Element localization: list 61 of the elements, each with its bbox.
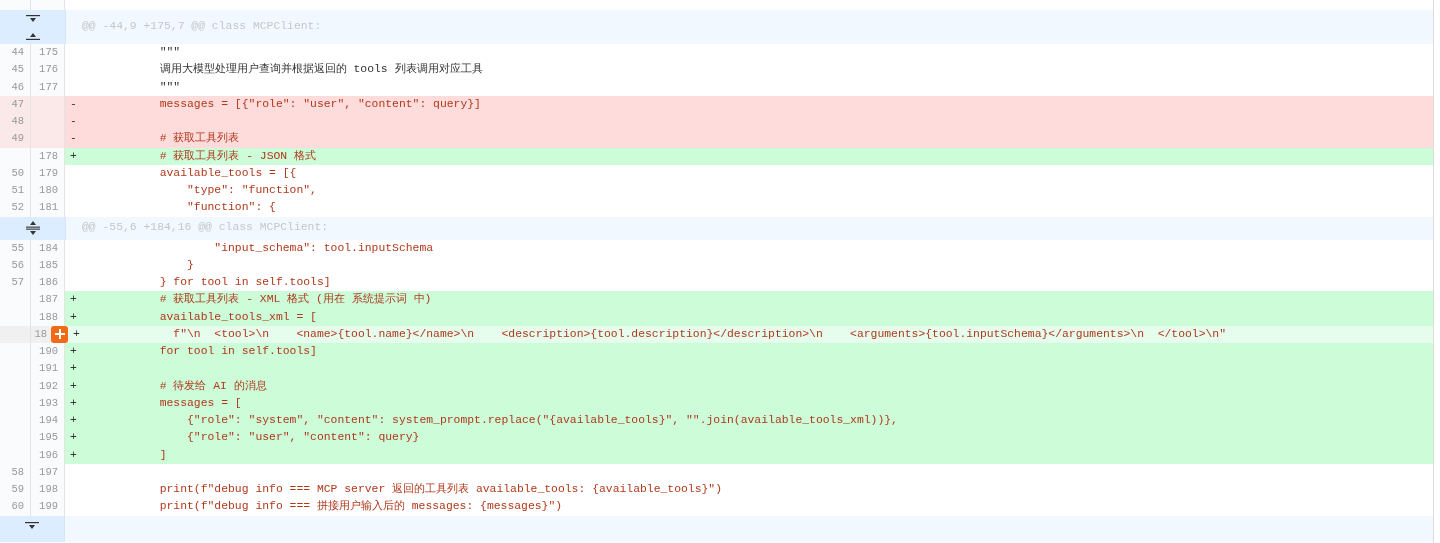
code-line: """ (158, 46, 181, 58)
line-number: 194 (31, 412, 65, 430)
code-line: } for tool in self.tools] (158, 276, 331, 288)
code-line: "type": "function", (186, 184, 317, 196)
line-number: 52 (0, 199, 31, 217)
code-line: # 获取工具列表 - JSON 格式 (158, 149, 317, 162)
diff-sign: - (70, 132, 77, 145)
code-line: print(f"debug info === MCP server 返回的工具列表 available_tools: {available_tools}") (158, 483, 722, 495)
code-line: print(f"debug info === 拼接用户输入后的 messages: {messages}") (158, 500, 563, 513)
code-line: f"\n <tool>\n <name>{tool.name}</name>\n <description>{tool.description}</description>\n <arguments>{tool.inputSchema}</arguments>\n </tool>\n" (172, 327, 1227, 340)
code-line: for tool in self.tools] (158, 345, 317, 357)
line-number: 187 (31, 291, 65, 309)
code-line: messages = [ (158, 396, 242, 409)
code-line: {"role": "user", "content": query} (186, 431, 420, 444)
line-number: 49 (0, 130, 31, 148)
line-number: 57 (0, 274, 31, 292)
code-line: messages = [{"role": "user", "content": query}] (158, 97, 481, 110)
code-line: ] (158, 448, 167, 461)
line-number: 199 (31, 498, 65, 516)
code-line: } (186, 258, 194, 271)
code-line: # 获取工具列表 (158, 132, 240, 145)
line-number: 195 (31, 429, 65, 447)
diff-sign: - (70, 115, 77, 127)
diff-sign: + (70, 448, 77, 461)
line-number: 44 (0, 44, 31, 62)
diff-sign: + (70, 293, 77, 306)
diff-sign: + (73, 327, 80, 340)
diff-sign: + (70, 362, 77, 375)
code-line: # 获取工具列表 - XML 格式 (用在 系统提示词 中) (158, 293, 432, 306)
diff-sign: + (70, 396, 77, 409)
line-number: 198 (31, 481, 65, 499)
expand-down-icon[interactable] (25, 14, 40, 24)
line-number: 60 (0, 498, 31, 516)
line-number: 59 (0, 481, 31, 499)
code-line: {"role": "system", "content": system_prompt.replace("{available_tools}", "".join(available_tools_xml))}, (186, 414, 898, 426)
code-line: "function": { (186, 201, 276, 214)
expand-icon[interactable] (25, 220, 40, 236)
expand-down-icon[interactable] (25, 521, 39, 531)
line-number: 190 (31, 343, 65, 361)
diff-sign: + (70, 379, 77, 392)
line-number: 191 (31, 360, 65, 378)
code-line: """ (158, 80, 181, 93)
diff-sign: + (70, 414, 77, 426)
code-line: 调用大模型处理用户查询并根据返回的 tools 列表调用对应工具 (158, 63, 483, 76)
code-line: available_tools = [{ (158, 166, 297, 179)
code-line: "input_schema": tool.inputSchema (213, 241, 434, 254)
code-line: # 待发给 AI 的消息 (158, 379, 267, 392)
diff-sign: + (70, 310, 77, 323)
diff-sign: + (70, 431, 77, 444)
diff-sign: + (70, 149, 77, 162)
line-number: 186 (31, 274, 65, 292)
line-number: 48 (0, 113, 31, 131)
line-number: 51 (0, 182, 31, 200)
diff-sign: - (70, 97, 77, 110)
line-number: 181 (31, 199, 65, 217)
code-line: available_tools_xml = [ (158, 310, 317, 323)
line-number: 45 (0, 61, 31, 79)
diff-sign: + (70, 345, 77, 357)
line-number: 176 (31, 61, 65, 79)
line-number: 180 (31, 182, 65, 200)
line-number: 175 (31, 44, 65, 62)
